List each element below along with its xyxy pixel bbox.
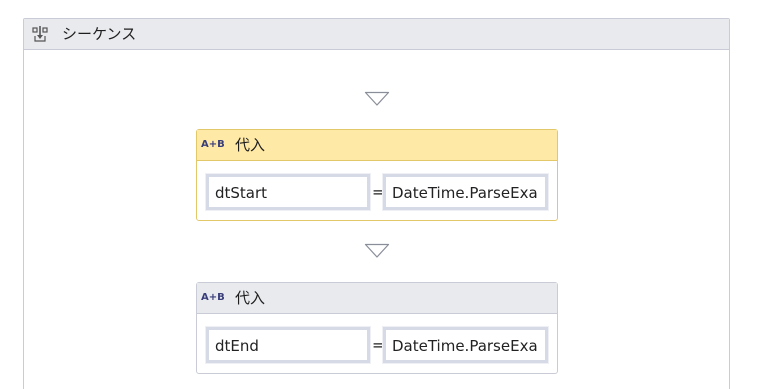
sequence-icon [32, 26, 48, 42]
assign-title: 代入 [235, 136, 266, 154]
assign-icon: A+B [201, 139, 225, 150]
assign-to-value: dtEnd [215, 337, 259, 355]
sequence-activity[interactable]: シーケンス A+B 代入 dtStart = DateTime.ParseExa [23, 18, 730, 389]
assign-value-expression: DateTime.ParseExa [392, 184, 538, 202]
sequence-header[interactable]: シーケンス [24, 19, 729, 50]
assign-to-field[interactable]: dtEnd [205, 326, 371, 364]
assign-icon: A+B [201, 292, 225, 303]
assign-to-value: dtStart [215, 184, 268, 202]
assign-activity-dtend[interactable]: A+B 代入 dtEnd = DateTime.ParseExa [196, 282, 558, 374]
assign-value-field[interactable]: DateTime.ParseExa [382, 173, 549, 211]
assign-header[interactable]: A+B 代入 [197, 130, 557, 161]
assign-title: 代入 [235, 289, 266, 307]
assign-value-field[interactable]: DateTime.ParseExa [382, 326, 549, 364]
assign-to-field[interactable]: dtStart [205, 173, 371, 211]
drop-target-arrow-icon[interactable] [364, 91, 390, 107]
drop-target-arrow-icon[interactable] [364, 243, 390, 259]
assign-header[interactable]: A+B 代入 [197, 283, 557, 314]
workflow-designer-canvas: シーケンス A+B 代入 dtStart = DateTime.ParseExa [0, 0, 764, 389]
sequence-title: シーケンス [62, 25, 137, 43]
assign-activity-dtstart[interactable]: A+B 代入 dtStart = DateTime.ParseExa [196, 129, 558, 221]
assign-value-expression: DateTime.ParseExa [392, 337, 538, 355]
